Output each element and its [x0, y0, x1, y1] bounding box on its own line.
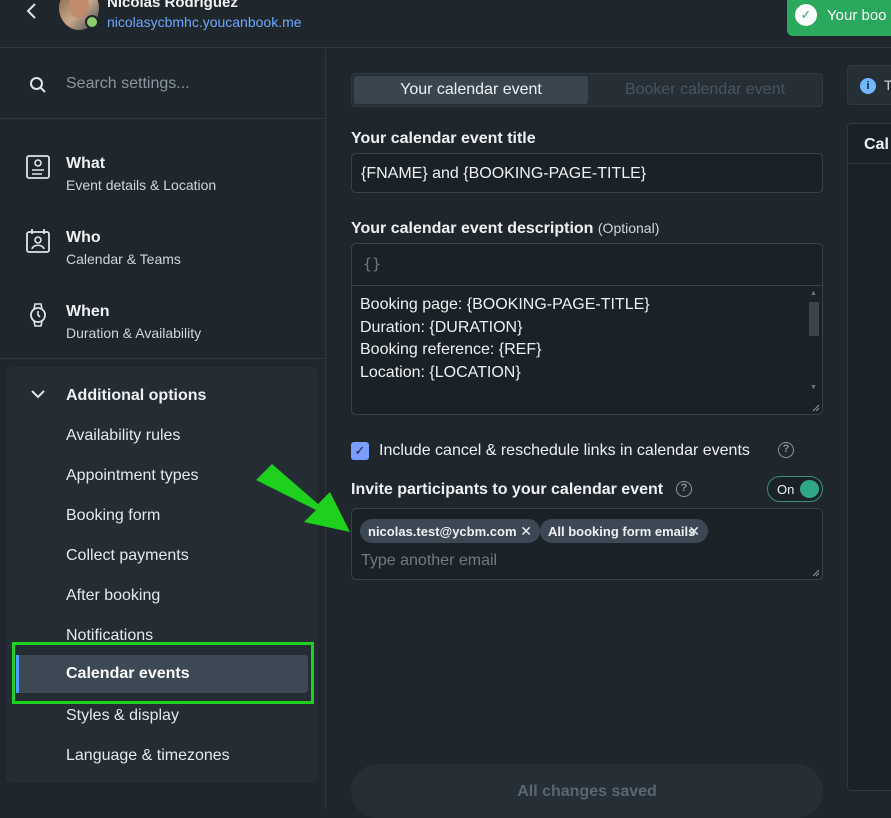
search-icon	[30, 77, 46, 93]
remove-chip-icon[interactable]: ✕	[520, 523, 532, 540]
calendar-user-icon	[26, 229, 50, 253]
nav-subtitle: Duration & Availability	[66, 325, 202, 341]
remove-chip-icon[interactable]: ✕	[688, 523, 700, 540]
nav-title: When	[66, 303, 110, 320]
success-toast: ✓ Your boo	[787, 0, 891, 36]
toggle-label: On	[777, 482, 795, 497]
description-editor[interactable]: {} Booking page: {BOOKING-PAGE-TITLE} Du…	[351, 243, 823, 415]
sidebar-divider	[0, 358, 326, 359]
user-name: Nicolas Rodriguez	[107, 0, 238, 11]
main-content: Your calendar event Booker calendar even…	[327, 49, 839, 818]
tab-booker-calendar-event[interactable]: Booker calendar event	[588, 76, 822, 104]
additional-options-panel: Additional options Availability rules Ap…	[6, 367, 318, 783]
scroll-down-icon[interactable]: ▼	[810, 384, 817, 391]
toast-text: Your boo	[827, 6, 887, 24]
event-tabs: Your calendar event Booker calendar even…	[351, 73, 823, 107]
calendar-preview: Cal	[847, 123, 891, 791]
back-chevron-icon[interactable]	[24, 0, 42, 24]
user-url-link[interactable]: nicolasycbmhc.youcanbook.me	[107, 14, 302, 30]
editor-toolbar: {}	[352, 244, 822, 286]
annotation-arrow-icon	[256, 464, 350, 532]
invite-participants-field[interactable]: nicolas.test@ycbm.com ✕ All booking form…	[351, 508, 823, 580]
tab-your-calendar-event[interactable]: Your calendar event	[354, 76, 588, 104]
nav-title: What	[66, 155, 106, 172]
search-input[interactable]	[56, 67, 306, 101]
nav-title: Who	[66, 229, 101, 246]
chip-label: All booking form emails	[548, 524, 696, 539]
top-bar: Nicolas Rodriguez nicolasycbmhc.youcanbo…	[0, 0, 891, 48]
sidebar-item-styles-display[interactable]: Styles & display	[66, 707, 179, 725]
insert-variable-icon[interactable]: {}	[363, 255, 381, 273]
resize-handle-icon[interactable]	[812, 569, 820, 577]
preview-header: Cal	[848, 124, 891, 164]
info-banner: i T	[847, 65, 891, 105]
highlight-annotation-box	[12, 642, 314, 704]
include-links-checkbox[interactable]: ✓	[351, 442, 369, 460]
email-chip[interactable]: All booking form emails ✕	[540, 519, 708, 543]
sidebar-item-language-timezones[interactable]: Language & timezones	[66, 747, 230, 765]
online-status-icon	[85, 15, 99, 29]
sidebar-item-collect-payments[interactable]: Collect payments	[66, 547, 189, 565]
scroll-up-icon[interactable]: ▲	[810, 290, 817, 297]
sidebar-item-booking-form[interactable]: Booking form	[66, 507, 160, 525]
watch-icon	[30, 303, 46, 327]
id-card-icon	[26, 155, 50, 179]
event-title-input[interactable]: {FNAME} and {BOOKING-PAGE-TITLE}	[351, 153, 823, 193]
invite-toggle[interactable]: On	[767, 476, 823, 502]
description-scrollbar[interactable]: ▲ ▼	[808, 288, 820, 414]
toggle-knob	[800, 480, 819, 498]
help-icon[interactable]: ?	[778, 442, 794, 458]
include-links-label[interactable]: Include cancel & reschedule links in cal…	[379, 442, 750, 460]
info-icon: i	[860, 78, 876, 94]
title-label: Your calendar event title	[351, 130, 536, 147]
check-circle-icon: ✓	[795, 4, 817, 26]
description-label-text: Your calendar event description	[351, 220, 594, 237]
sidebar-item-when[interactable]: When Duration & Availability	[0, 277, 326, 347]
additional-options-toggle[interactable]: Additional options	[6, 381, 318, 411]
email-chip[interactable]: nicolas.test@ycbm.com ✕	[360, 519, 540, 543]
description-label: Your calendar event description (Optiona…	[351, 220, 659, 238]
sidebar-item-who[interactable]: Who Calendar & Teams	[0, 203, 326, 273]
nav-subtitle: Event details & Location	[66, 177, 217, 193]
sidebar-item-after-booking[interactable]: After booking	[66, 587, 160, 605]
help-icon[interactable]: ?	[676, 481, 692, 497]
description-textarea[interactable]: Booking page: {BOOKING-PAGE-TITLE} Durat…	[360, 294, 800, 410]
chip-label: nicolas.test@ycbm.com	[368, 524, 517, 539]
resize-handle-icon[interactable]	[812, 404, 820, 412]
invite-label: Invite participants to your calendar eve…	[351, 481, 664, 498]
optional-tag: (Optional)	[597, 220, 660, 236]
sidebar-item-appointment-types[interactable]: Appointment types	[66, 467, 199, 485]
preview-panel: i T Cal	[839, 49, 891, 810]
chevron-down-icon	[31, 390, 45, 399]
settings-search	[0, 49, 326, 119]
scroll-thumb[interactable]	[809, 302, 819, 336]
nav-subtitle: Calendar & Teams	[66, 251, 181, 267]
sidebar-item-what[interactable]: What Event details & Location	[0, 129, 326, 199]
add-email-input[interactable]	[352, 549, 792, 573]
info-text: T	[884, 77, 891, 93]
additional-options-label: Additional options	[66, 387, 207, 404]
preview-title: Cal	[864, 136, 889, 153]
sidebar-item-availability-rules[interactable]: Availability rules	[66, 427, 180, 445]
